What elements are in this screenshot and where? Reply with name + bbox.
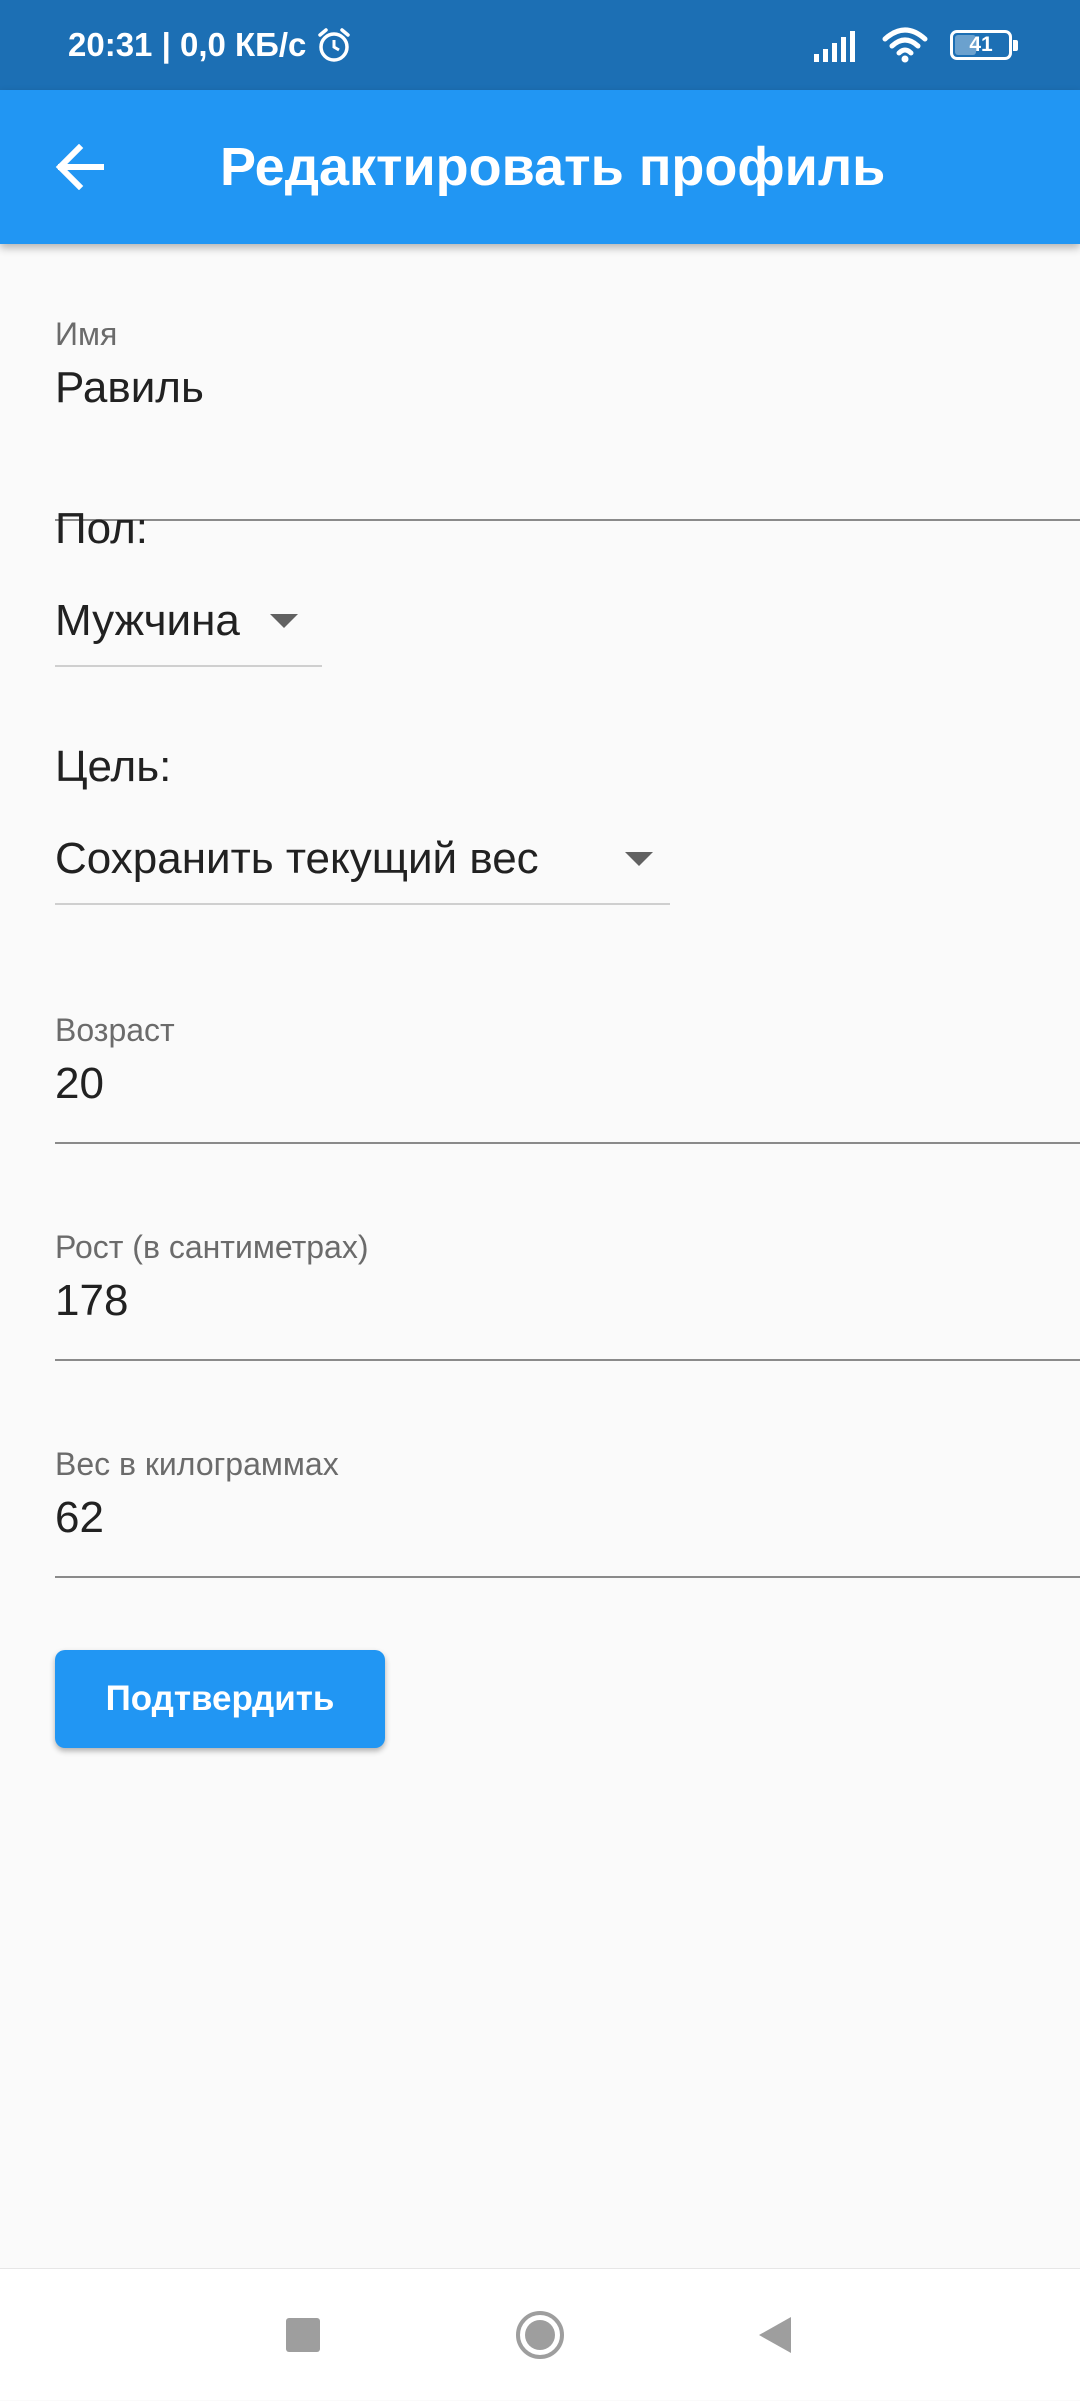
gender-value: Мужчина: [55, 596, 240, 645]
weight-field[interactable]: Вес в килограммах 62: [55, 1446, 1080, 1578]
age-underline: [55, 1142, 1080, 1144]
age-field[interactable]: Возраст 20: [55, 1012, 1080, 1144]
dropdown-arrow-icon: [625, 852, 653, 866]
name-field[interactable]: Имя Равиль: [55, 316, 1080, 521]
wifi-icon: [882, 27, 928, 63]
gender-dropdown-underline: [55, 665, 322, 667]
home-button[interactable]: [475, 2269, 605, 2401]
height-input[interactable]: 178: [55, 1276, 1080, 1326]
name-label: Имя: [55, 316, 118, 352]
app-bar: Редактировать профиль: [0, 90, 1080, 244]
name-input[interactable]: Равиль: [55, 363, 1080, 413]
weight-underline: [55, 1576, 1080, 1578]
height-label: Рост (в сантиметрах): [55, 1229, 369, 1265]
arrow-back-icon: [55, 144, 105, 190]
status-time-speed: 20:31 | 0,0 КБ/с: [68, 26, 307, 63]
age-label: Возраст: [55, 1012, 175, 1048]
submit-button[interactable]: Подтвердить: [55, 1650, 385, 1748]
weight-input[interactable]: 62: [55, 1493, 1080, 1543]
back-triangle-icon: [757, 2315, 793, 2355]
system-back-button[interactable]: [710, 2269, 840, 2401]
home-circle-icon: [514, 2309, 566, 2361]
name-underline: [55, 519, 1080, 521]
goal-label: Цель:: [55, 742, 172, 791]
gender-dropdown[interactable]: Мужчина: [55, 596, 298, 646]
signal-icon: [812, 28, 860, 62]
height-field[interactable]: Рост (в сантиметрах) 178: [55, 1229, 1080, 1361]
weight-label: Вес в килограммах: [55, 1446, 339, 1482]
battery-level: 41: [969, 33, 993, 56]
system-nav-bar: [0, 2268, 1080, 2400]
height-underline: [55, 1359, 1080, 1361]
recents-square-icon: [285, 2317, 321, 2353]
page-title: Редактировать профиль: [220, 137, 886, 197]
dropdown-arrow-icon: [269, 614, 298, 628]
alarm-icon: [314, 25, 354, 65]
back-button[interactable]: [40, 127, 120, 207]
goal-dropdown[interactable]: Сохранить текущий вес: [55, 834, 670, 884]
age-input[interactable]: 20: [55, 1059, 1080, 1109]
goal-value: Сохранить текущий вес: [55, 834, 539, 883]
recents-button[interactable]: [238, 2269, 368, 2401]
goal-dropdown-underline: [55, 903, 670, 905]
gender-label: Пол:: [55, 504, 149, 553]
status-bar: 20:31 | 0,0 КБ/с 41: [0, 0, 1080, 90]
battery-icon: 41: [950, 30, 1018, 60]
